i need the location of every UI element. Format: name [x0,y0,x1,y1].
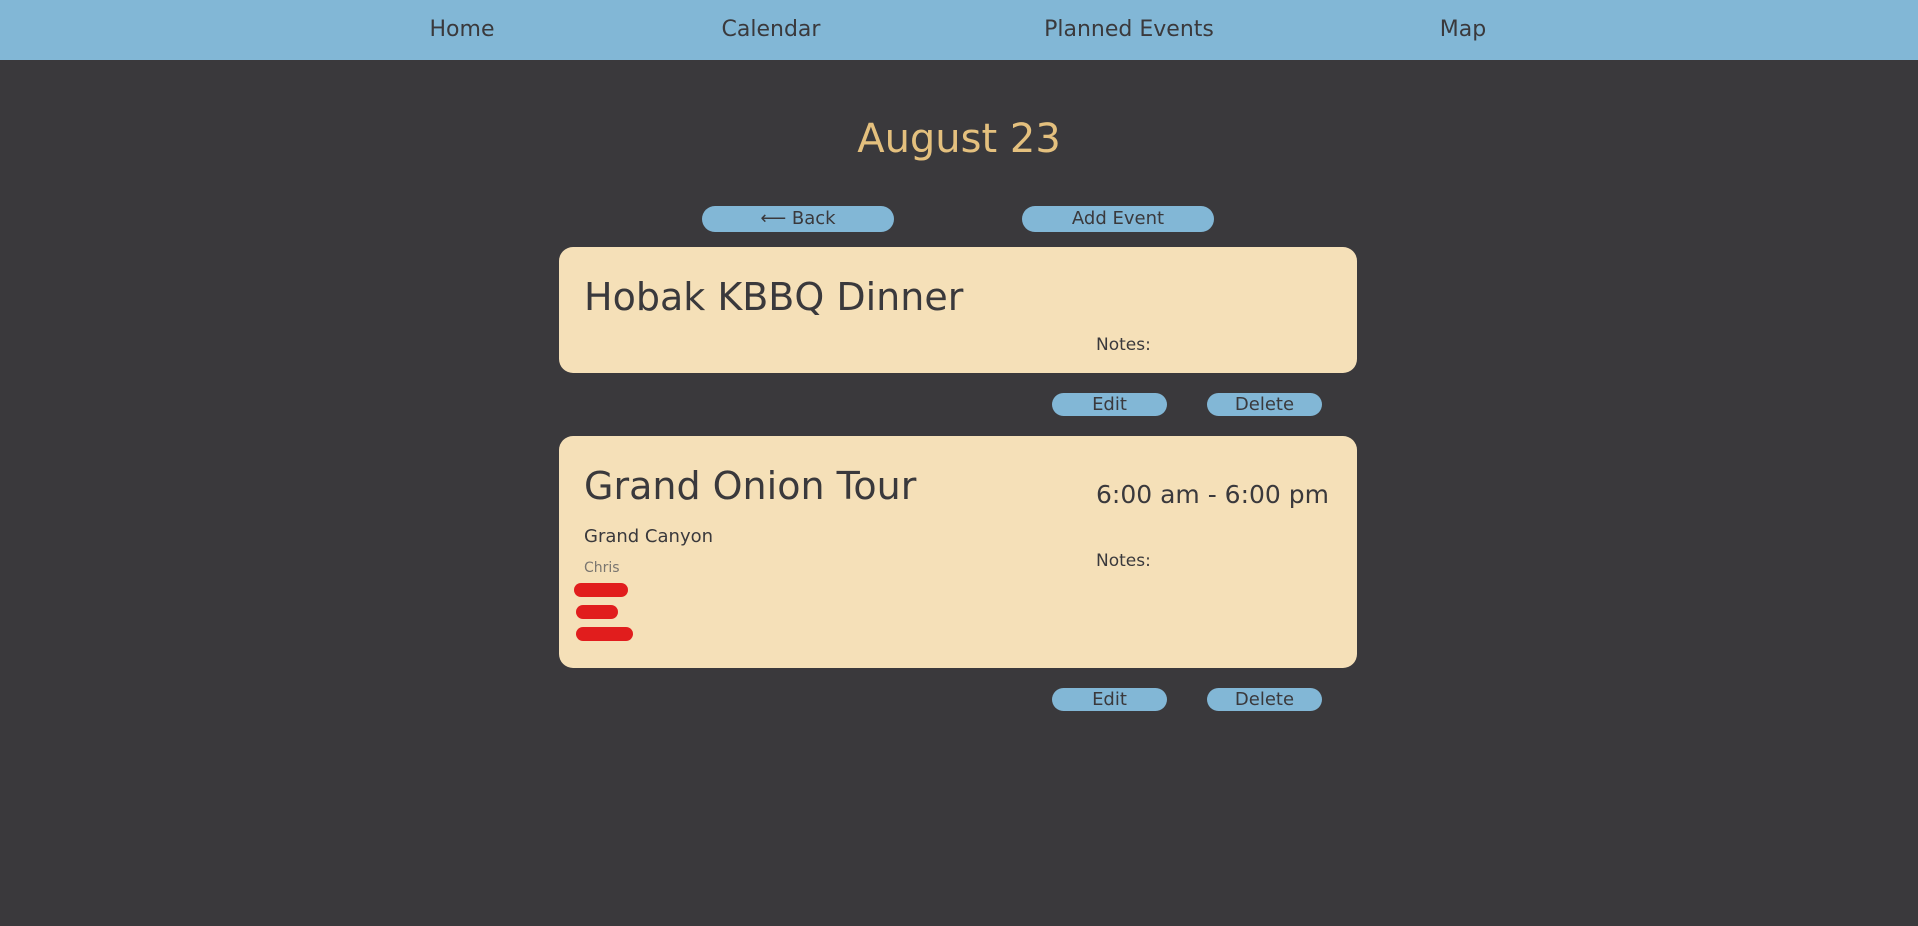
add-event-button[interactable]: Add Event [1022,206,1214,232]
edit-button[interactable]: Edit [1052,393,1167,416]
top-navbar: Home Calendar Planned Events Map [0,0,1918,60]
event-title: Hobak KBBQ Dinner [584,275,964,319]
nav-planned-events[interactable]: Planned Events [1044,0,1214,60]
nav-calendar[interactable]: Calendar [722,0,821,60]
notes-label: Notes: [1096,335,1151,355]
attendee-name: Chris [584,560,620,576]
notes-label: Notes: [1096,551,1151,571]
event-time: 6:00 am - 6:00 pm [1096,480,1329,509]
avatar-bar [576,627,633,641]
edit-button[interactable]: Edit [1052,688,1167,711]
delete-button[interactable]: Delete [1207,393,1322,416]
back-button[interactable]: ⟵ Back [702,206,894,232]
avatar-bar [576,605,618,619]
avatar-bar [574,583,628,597]
delete-button[interactable]: Delete [1207,688,1322,711]
event-card: Grand Onion Tour 6:00 am - 6:00 pm Grand… [559,436,1357,668]
nav-home[interactable]: Home [430,0,495,60]
event-location: Grand Canyon [584,526,714,547]
event-title: Grand Onion Tour [584,464,917,508]
page-title: August 23 [857,116,1061,162]
event-card: Hobak KBBQ Dinner Notes: [559,247,1357,373]
nav-map[interactable]: Map [1440,0,1486,60]
